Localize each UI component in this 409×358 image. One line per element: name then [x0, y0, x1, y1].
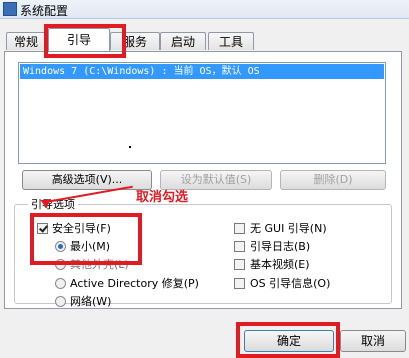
- boot-log-checkbox[interactable]: [234, 241, 245, 252]
- window-title: 系统配置: [20, 4, 69, 18]
- base-video-label: 基本视频(E): [250, 258, 310, 271]
- system-config-icon: [3, 2, 17, 16]
- annotation-text: 取消勾选: [136, 190, 189, 205]
- network-radio[interactable]: [55, 296, 66, 307]
- ok-button-highlight: [236, 322, 340, 358]
- tab-startup[interactable]: 启动: [160, 32, 206, 50]
- delete-button[interactable]: 删除(D): [280, 170, 386, 190]
- stray-dot: [129, 146, 131, 148]
- os-info-checkbox[interactable]: [234, 278, 245, 289]
- network-label: 网络(W): [70, 295, 112, 308]
- tab-general[interactable]: 常规: [6, 32, 46, 50]
- ad-repair-label: Active Directory 修复(P): [70, 277, 199, 290]
- os-list[interactable]: Windows 7 (C:\Windows) : 当前 OS，默认 OS: [18, 62, 386, 164]
- base-video-checkbox[interactable]: [234, 259, 245, 270]
- safe-boot-highlight: [30, 213, 142, 265]
- cancel-button[interactable]: 取消: [340, 330, 406, 352]
- os-list-item[interactable]: Windows 7 (C:\Windows) : 当前 OS，默认 OS: [20, 64, 384, 79]
- boot-log-label: 引导日志(B): [250, 240, 311, 253]
- no-gui-label: 无 GUI 引导(N): [250, 222, 327, 235]
- os-info-label: OS 引导信息(O): [250, 277, 331, 290]
- no-gui-checkbox[interactable]: [234, 223, 245, 234]
- tab-tools[interactable]: 工具: [208, 32, 254, 50]
- boot-tab-highlight: [44, 24, 126, 58]
- title-bar: 系统配置: [0, 0, 409, 19]
- ad-repair-radio[interactable]: [55, 278, 66, 289]
